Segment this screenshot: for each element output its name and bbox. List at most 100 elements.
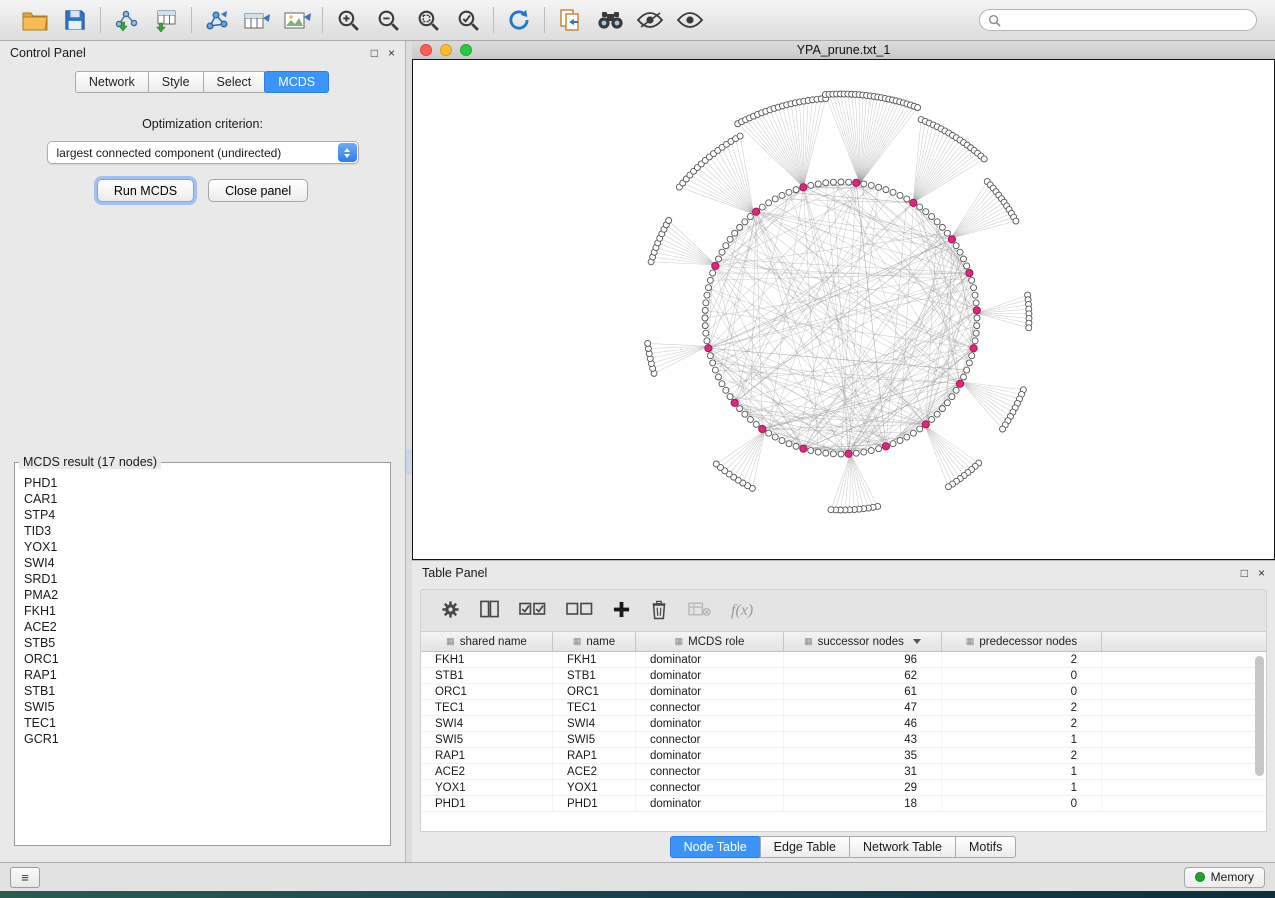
- deselect-all-icon[interactable]: [566, 602, 593, 619]
- export-network-icon[interactable]: [202, 5, 232, 35]
- column-header-label: name: [586, 636, 615, 648]
- table-cell: STB1: [421, 668, 553, 684]
- mcds-result-item[interactable]: SWI5: [24, 699, 381, 715]
- binoculars-icon[interactable]: [595, 5, 625, 35]
- table-row[interactable]: FKH1FKH1dominator962: [421, 652, 1266, 668]
- sort-caret-icon[interactable]: [913, 639, 921, 644]
- float-panel-icon[interactable]: □: [371, 47, 378, 59]
- memory-label: Memory: [1211, 870, 1254, 884]
- run-mcds-button[interactable]: Run MCDS: [97, 179, 194, 202]
- zoom-in-icon[interactable]: [333, 5, 363, 35]
- refresh-layout-icon[interactable]: [504, 5, 534, 35]
- add-column-icon[interactable]: [613, 601, 630, 621]
- open-folder-icon[interactable]: [20, 5, 50, 35]
- annotate-eye-icon[interactable]: [635, 5, 665, 35]
- float-table-panel-icon[interactable]: □: [1241, 567, 1248, 579]
- mcds-result-item[interactable]: FKH1: [24, 603, 381, 619]
- select-all-icon[interactable]: [519, 602, 546, 619]
- close-panel-icon[interactable]: ×: [388, 47, 395, 59]
- table-cell: 31: [784, 764, 942, 780]
- table-cell: dominator: [636, 684, 784, 700]
- column-header-successor-nodes[interactable]: ▦successor nodes: [784, 632, 942, 651]
- column-header-shared-name[interactable]: ▦shared name: [421, 632, 553, 651]
- mcds-result-item[interactable]: RAP1: [24, 667, 381, 683]
- tab-network-table[interactable]: Network Table: [849, 836, 956, 858]
- table-row[interactable]: SWI4SWI4dominator462: [421, 716, 1266, 732]
- table-cell: 62: [784, 668, 942, 684]
- import-network-icon[interactable]: [111, 5, 141, 35]
- save-session-icon[interactable]: [60, 5, 90, 35]
- memory-status-icon: [1195, 872, 1205, 882]
- close-panel-button[interactable]: Close panel: [208, 179, 308, 202]
- column-header-MCDS-role[interactable]: ▦MCDS role: [636, 632, 784, 651]
- delete-table-icon-disabled: [688, 601, 711, 620]
- table-body: FKH1FKH1dominator962STB1STB1dominator620…: [421, 652, 1266, 812]
- mcds-result-item[interactable]: STB5: [24, 635, 381, 651]
- eye-icon[interactable]: [675, 5, 705, 35]
- table-row[interactable]: STB1STB1dominator620: [421, 668, 1266, 684]
- tab-edge-table[interactable]: Edge Table: [760, 836, 850, 858]
- table-cell: connector: [636, 780, 784, 796]
- table-row[interactable]: ORC1ORC1dominator610: [421, 684, 1266, 700]
- table-row[interactable]: TEC1TEC1connector472: [421, 700, 1266, 716]
- tab-style[interactable]: Style: [148, 71, 204, 93]
- status-menu-icon[interactable]: ≡: [10, 867, 40, 888]
- search-input[interactable]: [1006, 13, 1248, 27]
- mcds-result-item[interactable]: TEC1: [24, 715, 381, 731]
- memory-button[interactable]: Memory: [1184, 867, 1265, 888]
- tab-network[interactable]: Network: [75, 71, 149, 93]
- mcds-result-item[interactable]: SRD1: [24, 571, 381, 587]
- tab-node-table[interactable]: Node Table: [670, 836, 761, 858]
- show-columns-icon[interactable]: [480, 600, 499, 621]
- splitter-handle-icon[interactable]: [406, 449, 412, 475]
- column-header-name[interactable]: ▦name: [553, 632, 636, 651]
- network-title: YPA_prune.txt_1: [412, 43, 1275, 57]
- mcds-result-item[interactable]: CAR1: [24, 491, 381, 507]
- zoom-selected-icon[interactable]: [453, 5, 483, 35]
- table-row[interactable]: PHD1PHD1dominator180: [421, 796, 1266, 812]
- table-cell: RAP1: [421, 748, 553, 764]
- column-header-predecessor-nodes[interactable]: ▦predecessor nodes: [942, 632, 1102, 651]
- export-image-icon[interactable]: [282, 5, 312, 35]
- mcds-result-item[interactable]: TID3: [24, 523, 381, 539]
- import-table-icon[interactable]: [151, 5, 181, 35]
- mcds-result-item[interactable]: STB1: [24, 683, 381, 699]
- mcds-result-item[interactable]: STP4: [24, 507, 381, 523]
- network-graph[interactable]: [413, 60, 1274, 559]
- mcds-result-item[interactable]: PMA2: [24, 587, 381, 603]
- table-cell: 1: [942, 764, 1102, 780]
- network-canvas[interactable]: [412, 59, 1275, 560]
- criterion-value: largest connected component (undirected): [57, 146, 282, 160]
- import-group: [101, 5, 191, 35]
- tab-motifs[interactable]: Motifs: [955, 836, 1016, 858]
- table-row[interactable]: RAP1RAP1dominator352: [421, 748, 1266, 764]
- delete-column-icon[interactable]: [650, 599, 668, 623]
- mcds-result-item[interactable]: YOX1: [24, 539, 381, 555]
- table-row[interactable]: YOX1YOX1connector291: [421, 780, 1266, 796]
- export-table-icon[interactable]: [242, 5, 272, 35]
- search-icon: [988, 14, 1001, 27]
- copy-share-icon[interactable]: [555, 5, 585, 35]
- table-cell: SWI4: [553, 716, 636, 732]
- mcds-result-title: MCDS result (17 nodes): [19, 455, 161, 469]
- close-table-panel-icon[interactable]: ×: [1258, 567, 1265, 579]
- criterion-select[interactable]: largest connected component (undirected): [47, 141, 359, 164]
- zoom-fit-icon[interactable]: [413, 5, 443, 35]
- table-cell: 2: [942, 700, 1102, 716]
- table-scrollbar[interactable]: [1255, 656, 1264, 776]
- zoom-out-icon[interactable]: [373, 5, 403, 35]
- tab-select[interactable]: Select: [203, 71, 266, 93]
- table-settings-gear-icon[interactable]: [441, 600, 460, 622]
- table-row[interactable]: ACE2ACE2connector311: [421, 764, 1266, 780]
- mcds-result-item[interactable]: SWI4: [24, 555, 381, 571]
- table-row[interactable]: SWI5SWI5connector431: [421, 732, 1266, 748]
- panel-splitter[interactable]: [406, 41, 412, 862]
- mcds-result-item[interactable]: PHD1: [24, 475, 381, 491]
- table-cell: 96: [784, 652, 942, 668]
- view-group: [545, 5, 715, 35]
- mcds-result-item[interactable]: GCR1: [24, 731, 381, 747]
- tab-mcds[interactable]: MCDS: [264, 71, 329, 93]
- mcds-result-item[interactable]: ORC1: [24, 651, 381, 667]
- mcds-result-item[interactable]: ACE2: [24, 619, 381, 635]
- table-cell: 43: [784, 732, 942, 748]
